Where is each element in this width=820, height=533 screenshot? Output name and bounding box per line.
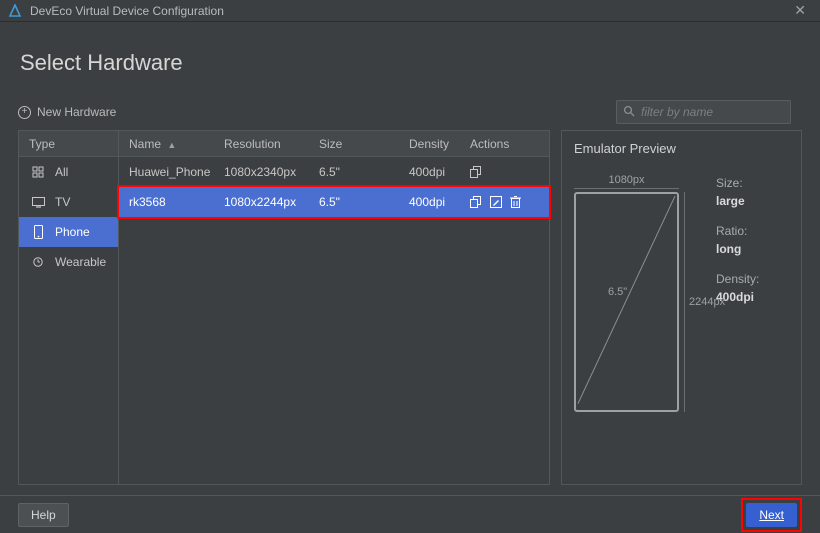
cell-resolution: 1080x2244px xyxy=(214,195,309,209)
sidebar-item-label: All xyxy=(55,165,68,179)
cell-actions xyxy=(464,166,534,178)
search-input[interactable] xyxy=(641,105,784,119)
highlight-frame-next: Next xyxy=(741,498,802,532)
cell-name: Huawei_Phone xyxy=(119,165,214,179)
plus-icon: + xyxy=(18,106,31,119)
toolbar: + New Hardware xyxy=(18,100,802,124)
cell-density: 400dpi xyxy=(399,165,464,179)
device-height-label: 2244px xyxy=(684,192,725,412)
table-header: Name ▲ Resolution Size Density Actions xyxy=(119,131,549,157)
cell-size: 6.5" xyxy=(309,165,399,179)
col-resolution[interactable]: Resolution xyxy=(214,137,309,151)
sidebar-item-tv[interactable]: TV xyxy=(19,187,118,217)
col-actions: Actions xyxy=(464,137,534,151)
page-title: Select Hardware xyxy=(20,50,802,76)
emulator-preview-panel: Emulator Preview 1080px 2244px 6.5" Size… xyxy=(561,130,802,485)
col-density[interactable]: Density xyxy=(399,137,464,151)
device-preview: 1080px 2244px 6.5" xyxy=(574,170,704,474)
delete-icon[interactable] xyxy=(510,196,521,208)
new-hardware-button[interactable]: + New Hardware xyxy=(18,103,116,121)
edit-icon[interactable] xyxy=(490,196,502,208)
clone-icon[interactable] xyxy=(470,166,482,178)
sidebar-item-phone[interactable]: Phone xyxy=(19,217,118,247)
help-button[interactable]: Help xyxy=(18,503,69,527)
sort-asc-icon: ▲ xyxy=(167,140,176,150)
preview-title: Emulator Preview xyxy=(574,141,789,156)
category-sidebar: Type All TV Phone xyxy=(19,131,119,484)
clone-icon[interactable] xyxy=(470,196,482,208)
search-icon xyxy=(623,105,635,120)
app-logo-icon xyxy=(8,4,22,18)
sidebar-item-wearable[interactable]: Wearable xyxy=(19,247,118,277)
cell-density: 400dpi xyxy=(399,195,464,209)
col-size[interactable]: Size xyxy=(309,137,399,151)
col-name-label: Name xyxy=(129,137,161,151)
cell-size: 6.5" xyxy=(309,195,399,209)
new-hardware-label: New Hardware xyxy=(37,105,116,119)
spec-size-label: Size: xyxy=(716,176,759,190)
watch-icon xyxy=(31,256,45,268)
tv-icon xyxy=(31,197,45,208)
search-field[interactable] xyxy=(616,100,791,124)
cell-resolution: 1080x2340px xyxy=(214,165,309,179)
table-row[interactable]: rk3568 1080x2244px 6.5" 400dpi xyxy=(119,187,549,217)
sidebar-header: Type xyxy=(19,131,118,157)
sidebar-item-label: TV xyxy=(55,195,70,209)
hardware-list-panel: Type All TV Phone xyxy=(18,130,550,485)
cell-name: rk3568 xyxy=(119,195,214,209)
sidebar-item-all[interactable]: All xyxy=(19,157,118,187)
sidebar-item-label: Phone xyxy=(55,225,90,239)
table-row[interactable]: Huawei_Phone 1080x2340px 6.5" 400dpi xyxy=(119,157,549,187)
titlebar: DevEco Virtual Device Configuration ✕ xyxy=(0,0,820,22)
hardware-table: Name ▲ Resolution Size Density Actions H… xyxy=(119,131,549,484)
device-diagonal-label: 6.5" xyxy=(608,286,627,298)
sidebar-item-label: Wearable xyxy=(55,255,106,269)
content-area: Select Hardware + New Hardware Type All xyxy=(0,22,820,485)
grid-icon xyxy=(31,166,45,178)
footer: Help Next xyxy=(0,495,820,533)
close-icon[interactable]: ✕ xyxy=(788,0,812,21)
phone-icon xyxy=(31,225,45,239)
device-outline xyxy=(574,192,679,412)
cell-actions xyxy=(464,196,534,208)
col-name[interactable]: Name ▲ xyxy=(119,137,214,151)
next-button[interactable]: Next xyxy=(746,503,797,527)
device-width-label: 1080px xyxy=(574,174,679,189)
window-title: DevEco Virtual Device Configuration xyxy=(30,4,788,18)
